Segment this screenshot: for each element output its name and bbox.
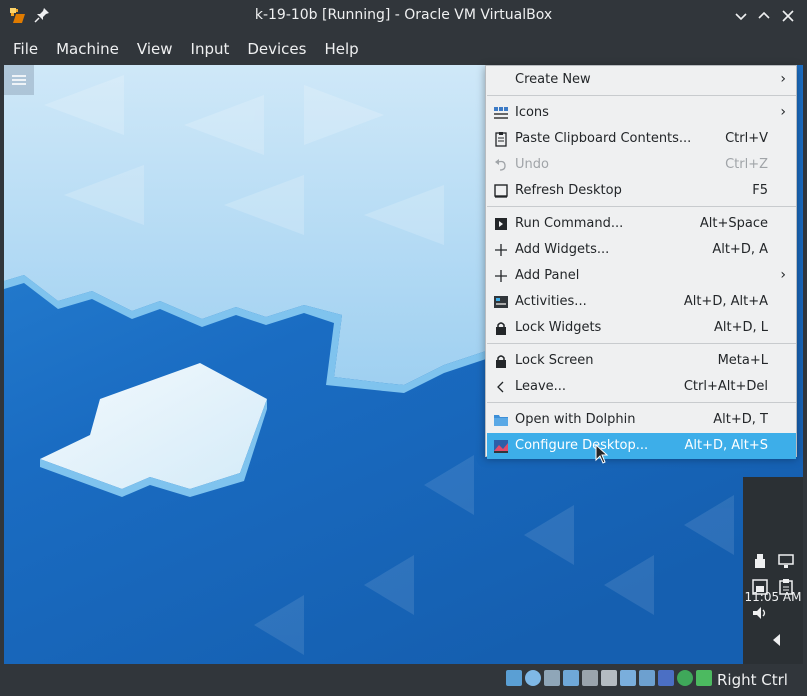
menu-item-shortcut: Alt+D, Alt+A (683, 294, 768, 309)
menu-item-shortcut: Meta+L (717, 353, 768, 368)
menu-item-label: Icons (515, 105, 549, 120)
mouse-integration-icon[interactable] (696, 670, 712, 686)
network-icon[interactable] (563, 670, 579, 686)
menu-item-shortcut: Alt+D, A (712, 242, 768, 257)
menu-item-paste-clipboard-contents[interactable]: Paste Clipboard Contents... Ctrl+V (487, 126, 796, 152)
menu-item-label: Run Command... (515, 216, 624, 231)
menu-item-add-panel[interactable]: Add Panel › (487, 263, 796, 289)
menu-item-activities[interactable]: Activities... Alt+D, Alt+A (487, 289, 796, 315)
close-icon[interactable] (778, 6, 798, 26)
menu-separator (487, 343, 796, 344)
video-capture-icon[interactable] (639, 670, 655, 686)
desktop-context-menu: Create New › Icons › Paste Clipboard Content… (485, 65, 797, 459)
menu-item-label: Configure Desktop... (515, 438, 649, 453)
menu-item-refresh-desktop[interactable]: Refresh Desktop F5 (487, 178, 796, 204)
menu-separator (487, 95, 796, 96)
menu-item-add-widgets[interactable]: Add Widgets... Alt+D, A (487, 237, 796, 263)
menu-machine[interactable]: Machine (47, 32, 128, 65)
submenu-arrow-icon: › (780, 267, 786, 283)
menu-item-label: Paste Clipboard Contents... (515, 131, 692, 146)
volume-icon[interactable] (751, 604, 769, 622)
display-icon[interactable] (777, 552, 795, 570)
mouse-cursor-icon (595, 444, 609, 464)
panel-clock[interactable]: 11:05 AM (743, 590, 803, 604)
menu-item-shortcut: Alt+D, L (713, 320, 768, 335)
usb-icon[interactable] (582, 670, 598, 686)
menu-item-label: Undo (515, 157, 549, 172)
icons-icon (494, 107, 508, 119)
menu-item-label: Add Panel (515, 268, 580, 283)
run-command-icon (495, 218, 507, 230)
leave-icon (497, 381, 504, 393)
menu-devices[interactable]: Devices (238, 32, 315, 65)
menu-item-label: Open with Dolphin (515, 412, 636, 427)
menu-item-lock-widgets[interactable]: Lock Widgets Alt+D, L (487, 315, 796, 341)
desktop-toolbox-button[interactable] (4, 65, 34, 95)
menu-item-shortcut: Alt+Space (699, 216, 768, 231)
refresh-desktop-icon (494, 184, 508, 198)
menu-item-shortcut: Alt+D, T (713, 412, 768, 427)
create-new-icon (493, 72, 509, 88)
usb-device-icon[interactable] (751, 552, 769, 570)
host-key-label[interactable]: Right Ctrl (717, 671, 788, 689)
menu-help[interactable]: Help (315, 32, 367, 65)
plasma-panel: 11:05 AM (743, 477, 803, 664)
menu-input[interactable]: Input (182, 32, 239, 65)
shared-folders-icon[interactable] (601, 670, 617, 686)
menu-item-run-command[interactable]: Run Command... Alt+Space (487, 211, 796, 237)
menu-item-label: Leave... (515, 379, 567, 394)
optical-drive-icon[interactable] (525, 670, 541, 686)
menu-separator (487, 206, 796, 207)
window-title: k-19-10b [Running] - Oracle VM VirtualBo… (254, 7, 553, 23)
minimize-icon[interactable] (731, 6, 751, 26)
plus-icon (495, 244, 507, 256)
lock-icon (496, 322, 506, 335)
menu-view[interactable]: View (128, 32, 182, 65)
menu-separator (487, 402, 796, 403)
audio-icon[interactable] (544, 670, 560, 686)
title-bar: k-19-10b [Running] - Oracle VM VirtualBo… (0, 0, 807, 32)
vt-x-icon[interactable] (658, 670, 674, 686)
maximize-icon[interactable] (754, 6, 774, 26)
menu-item-shortcut: F5 (752, 183, 768, 198)
menu-file[interactable]: File (4, 32, 47, 65)
configure-desktop-icon (494, 440, 508, 453)
menu-item-open-with-dolphin[interactable]: Open with Dolphin Alt+D, T (487, 407, 796, 433)
menu-item-icons[interactable]: Icons › (487, 100, 796, 126)
submenu-arrow-icon: › (780, 71, 786, 87)
menu-item-shortcut: Alt+D, Alt+S (684, 438, 768, 453)
menu-item-shortcut: Ctrl+V (725, 131, 768, 146)
hard-disk-icon[interactable] (506, 670, 522, 686)
menu-item-configure-desktop[interactable]: Configure Desktop... Alt+D, Alt+S (487, 433, 796, 459)
display-status-icon[interactable] (620, 670, 636, 686)
device-status-icons (506, 670, 712, 690)
folder-icon (494, 415, 508, 426)
menu-item-label: Refresh Desktop (515, 183, 622, 198)
menu-item-leave[interactable]: Leave... Ctrl+Alt+Del (487, 374, 796, 400)
menu-item-create-new[interactable]: Create New › (487, 67, 796, 93)
menu-bar: File Machine View Input Devices Help (0, 32, 807, 65)
activities-icon (494, 296, 508, 308)
menu-item-label: Lock Screen (515, 353, 594, 368)
submenu-arrow-icon: › (780, 104, 786, 120)
plus-icon (495, 270, 507, 282)
menu-item-shortcut: Ctrl+Alt+Del (683, 379, 768, 394)
expand-tray-icon[interactable] (768, 631, 786, 649)
menu-item-label: Add Widgets... (515, 242, 610, 257)
lock-icon (496, 355, 506, 368)
menu-item-shortcut: Ctrl+Z (725, 157, 768, 172)
menu-item-label: Lock Widgets (515, 320, 602, 335)
status-bar: Right Ctrl (0, 664, 807, 696)
undo-icon (495, 159, 506, 171)
menu-item-lock-screen[interactable]: Lock Screen Meta+L (487, 348, 796, 374)
menu-item-label: Activities... (515, 294, 587, 309)
guest-additions-icon[interactable] (677, 670, 693, 686)
clipboard-icon (495, 132, 507, 147)
menu-item-undo[interactable]: Undo Ctrl+Z (487, 152, 796, 178)
menu-item-label: Create New (515, 72, 591, 87)
